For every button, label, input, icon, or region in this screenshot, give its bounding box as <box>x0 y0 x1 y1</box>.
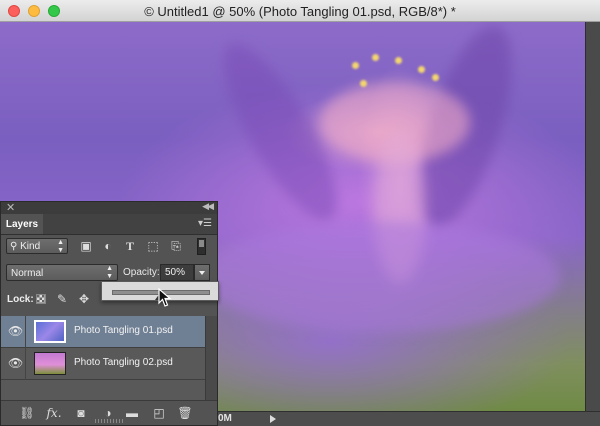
lock-paint-icon[interactable]: ✎ <box>55 292 69 306</box>
panel-menu-icon[interactable]: ▾☰ <box>198 218 212 229</box>
chevron-updown-icon: ▲ ▼ <box>57 239 64 254</box>
opacity-dropdown-button[interactable] <box>194 264 210 281</box>
image-icon[interactable]: ▣ <box>79 239 93 253</box>
filter-toggle-switch[interactable] <box>197 238 206 255</box>
flower-lower-petal <box>200 222 560 332</box>
flower-stamen <box>432 74 439 81</box>
group-folder-icon[interactable]: ▬ <box>124 405 140 421</box>
new-layer-icon[interactable]: ◰ <box>151 405 167 421</box>
document-title: © Untitled1 @ 50% (Photo Tangling 01.psd… <box>144 4 456 19</box>
layer-row[interactable]: 👁 Photo Tangling 02.psd <box>1 348 205 380</box>
layers-scrollbar[interactable] <box>205 316 217 406</box>
layer-row[interactable]: 👁 Photo Tangling 01.psd <box>1 316 205 348</box>
collapse-panel-icon[interactable]: ◀◀ <box>202 201 214 212</box>
layer-name[interactable]: Photo Tangling 02.psd <box>74 357 173 368</box>
mouse-cursor-icon <box>158 288 172 307</box>
blend-mode-select[interactable]: Normal ▲ ▼ <box>6 264 118 281</box>
layers-panel: ✕ ◀◀ Layers ▾☰ ⚲ Kind ▲ ▼ ▣ ◐ T ⬚ ⎘ Norma… <box>0 201 218 426</box>
trash-icon[interactable]: 🗑 <box>177 405 193 421</box>
lock-move-icon[interactable]: ✥ <box>77 292 91 306</box>
lock-row: Lock: ✎ ✥ ▪ <box>5 292 108 308</box>
divider <box>25 316 26 348</box>
layers-panel-footer: ⛓ fx. ◙ ◑ ▬ ◰ 🗑 <box>1 400 217 425</box>
shape-icon[interactable]: ⬚ <box>146 239 160 253</box>
tab-layers[interactable]: Layers <box>1 214 43 234</box>
layer-filter-row: ⚲ Kind ▲ ▼ ▣ ◐ T ⬚ ⎘ <box>5 238 213 256</box>
mask-icon[interactable]: ◙ <box>73 405 89 421</box>
resize-grip[interactable] <box>95 419 123 423</box>
window-title-bar: © Untitled1 @ 50% (Photo Tangling 01.psd… <box>0 0 600 22</box>
chevron-updown-icon: ▲ ▼ <box>106 265 113 280</box>
adjustment-icon[interactable]: ◐ <box>101 239 115 253</box>
link-icon[interactable]: ⛓ <box>19 405 35 421</box>
fx-icon[interactable]: fx. <box>46 405 62 421</box>
filter-kind-select[interactable]: ⚲ Kind ▲ ▼ <box>6 238 68 254</box>
flower-stamen <box>360 80 367 87</box>
blend-mode-value: Normal <box>11 268 44 279</box>
layers-list: 👁 Photo Tangling 01.psd 👁 Photo Tangling… <box>1 316 205 406</box>
flower-stamen <box>395 57 402 64</box>
search-icon: ⚲ <box>10 241 18 252</box>
flower-stamen <box>352 62 359 69</box>
status-menu-arrow-icon[interactable] <box>270 415 276 423</box>
visibility-eye-icon[interactable]: 👁 <box>8 324 23 338</box>
filter-kind-label: Kind <box>20 241 41 252</box>
status-readout: 0M <box>218 413 232 424</box>
opacity-label: Opacity: <box>123 267 160 278</box>
type-icon[interactable]: T <box>123 239 137 253</box>
blend-row: Normal ▲ ▼ Opacity: 50% <box>5 264 215 282</box>
layer-name[interactable]: Photo Tangling 01.psd <box>74 325 173 336</box>
panel-tab-row: Layers ▾☰ <box>1 214 217 235</box>
layer-thumbnail <box>34 352 66 375</box>
panel-header-bar[interactable]: ✕ ◀◀ <box>1 201 217 214</box>
lock-transparent-icon[interactable] <box>36 294 46 304</box>
flower-stamen <box>372 54 379 61</box>
close-icon[interactable]: ✕ <box>6 201 15 214</box>
divider <box>25 348 26 380</box>
visibility-eye-icon[interactable]: 👁 <box>8 356 23 370</box>
opacity-input[interactable]: 50% <box>160 264 194 281</box>
smart-object-icon[interactable]: ⎘ <box>169 239 183 253</box>
layer-thumbnail <box>34 320 66 343</box>
lock-label: Lock: <box>7 294 34 305</box>
canvas-vertical-scrollbar[interactable] <box>585 22 600 411</box>
flower-stamen <box>418 66 425 73</box>
